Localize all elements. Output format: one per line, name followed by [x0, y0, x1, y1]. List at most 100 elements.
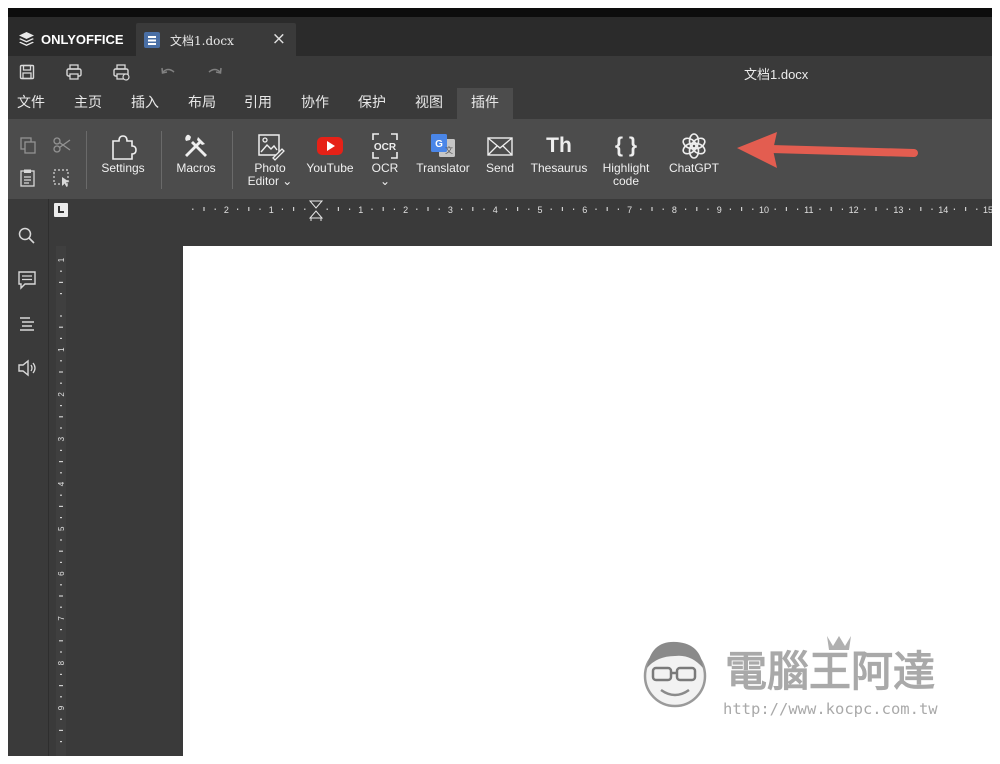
- tab-home[interactable]: 主页: [66, 88, 110, 119]
- ruler-tick: [60, 293, 62, 295]
- ruler-tick: [741, 207, 743, 211]
- redo-icon[interactable]: [206, 63, 224, 81]
- speaker-feedback-icon[interactable]: [16, 357, 38, 379]
- tab-file[interactable]: 文件: [8, 88, 54, 119]
- print-icon[interactable]: [65, 63, 83, 81]
- ruler-tick: [60, 449, 62, 451]
- ruler-tick: [60, 472, 62, 474]
- ruler-tick: [774, 208, 776, 210]
- search-icon[interactable]: [16, 225, 38, 247]
- copy-icon[interactable]: [18, 135, 38, 155]
- translator-button[interactable]: G 文 Translator: [410, 119, 476, 199]
- tab-references[interactable]: 引用: [236, 88, 280, 119]
- paste-icon[interactable]: [18, 168, 38, 188]
- brand-name: ONLYOFFICE: [41, 31, 124, 47]
- ruler-tick: [696, 207, 698, 211]
- ruler-tick: [59, 461, 63, 463]
- ruler-tick: [60, 427, 62, 429]
- ruler-tick: [561, 207, 563, 211]
- ruler-tick: [920, 207, 922, 211]
- tab-stop-selector[interactable]: [54, 203, 68, 217]
- watermark-url: http://www.kocpc.com.tw: [723, 700, 938, 718]
- send-button[interactable]: Send: [480, 119, 520, 199]
- undo-icon[interactable]: [159, 63, 177, 81]
- ruler-number: 11: [804, 205, 813, 215]
- ruler-tick: [59, 685, 63, 687]
- tab-plugins[interactable]: 插件: [457, 88, 513, 119]
- left-indent-marker[interactable]: [310, 217, 322, 221]
- ruler-number: 15: [983, 205, 992, 215]
- ruler-tick: [59, 281, 63, 283]
- puzzle-icon: [112, 135, 137, 160]
- ruler-tick: [595, 208, 597, 210]
- thesaurus-label: Thesaurus: [530, 161, 588, 175]
- macros-button[interactable]: Macros: [170, 119, 222, 199]
- ruler-number: 7: [627, 205, 632, 215]
- ruler-tick: [59, 326, 63, 328]
- select-all-icon[interactable]: [52, 168, 72, 188]
- ruler-number: 2: [403, 205, 408, 215]
- ruler-number: 1: [358, 205, 363, 215]
- toolbar-separator: [232, 131, 233, 189]
- ruler-tick: [965, 207, 967, 211]
- chatgpt-button[interactable]: ChatGPT: [663, 119, 725, 199]
- photo-editor-icon: [258, 134, 285, 161]
- ruler-tick: [60, 337, 62, 339]
- onlyoffice-logo[interactable]: ONLYOFFICE: [18, 29, 124, 49]
- ruler-tick: [909, 208, 911, 210]
- ruler-number: 10: [759, 205, 769, 215]
- cut-icon[interactable]: [52, 135, 72, 155]
- ruler-tick: [337, 207, 339, 211]
- close-tab-button[interactable]: ×: [272, 29, 286, 49]
- tab-protection[interactable]: 保护: [350, 88, 394, 119]
- youtube-button[interactable]: YouTube: [302, 119, 358, 199]
- ruler-tick: [349, 208, 351, 210]
- tab-collaboration[interactable]: 协作: [293, 88, 337, 119]
- photo-editor-label-line2[interactable]: Editor ⌄: [242, 175, 298, 188]
- ruler-tick: [573, 208, 575, 210]
- ruler-number: 13: [893, 205, 903, 215]
- ruler-tick: [528, 208, 530, 210]
- ruler-tick: [326, 208, 328, 210]
- ocr-dropdown-caret[interactable]: ⌄: [364, 175, 406, 188]
- highlight-code-button[interactable]: { } Highlight code: [598, 119, 654, 199]
- ruler-tick: [60, 405, 62, 407]
- ruler-tick: [517, 207, 519, 211]
- ruler-tick: [60, 718, 62, 720]
- ruler-tick: [640, 208, 642, 210]
- settings-button[interactable]: Settings: [96, 119, 150, 199]
- thesaurus-button[interactable]: Th Thesaurus: [525, 119, 593, 199]
- svg-text:OCR: OCR: [374, 142, 397, 153]
- ruler-tick: [752, 208, 754, 210]
- photo-editor-button[interactable]: Photo Editor ⌄: [242, 119, 298, 199]
- quick-access-bar: 文档1.docx: [8, 56, 992, 88]
- tab-layout[interactable]: 布局: [180, 88, 224, 119]
- ruler-tick: [505, 208, 507, 210]
- ruler-tick: [550, 208, 552, 210]
- ruler-tick: [651, 207, 653, 211]
- ruler-tick: [293, 207, 295, 211]
- navigation-icon[interactable]: [16, 313, 38, 335]
- tab-view[interactable]: 视图: [407, 88, 451, 119]
- tab-insert[interactable]: 插入: [123, 88, 167, 119]
- ruler-tick: [416, 208, 418, 210]
- ruler-tick: [60, 629, 62, 631]
- ruler-number: 8: [672, 205, 677, 215]
- ruler-tick: [797, 208, 799, 210]
- ocr-button[interactable]: OCR OCR ⌄: [364, 119, 406, 199]
- left-sidebar: [8, 199, 49, 756]
- ruler-number: 12: [849, 205, 859, 215]
- annotation-arrow: [737, 132, 918, 168]
- ruler-number: 9: [717, 205, 722, 215]
- document-tab[interactable]: 文档1.docx ×: [136, 23, 296, 56]
- ruler-tick: [841, 208, 843, 210]
- menu-tab-bar: 文件 主页 插入 布局 引用 协作 保护 视图 插件: [8, 88, 992, 119]
- vertical-ruler[interactable]: 1 1 2 3 4 5 6 7 8 9: [52, 246, 70, 756]
- horizontal-ruler[interactable]: 2 1 1 2 3 4 5 6 7 8 9 10 11 12 13 14 15: [183, 199, 992, 221]
- quick-print-icon[interactable]: [112, 63, 130, 81]
- comments-icon[interactable]: [16, 269, 38, 291]
- ruler-tick: [59, 505, 63, 507]
- save-icon[interactable]: [18, 63, 36, 81]
- ruler-tick: [662, 208, 664, 210]
- ruler-number: 2: [224, 205, 229, 215]
